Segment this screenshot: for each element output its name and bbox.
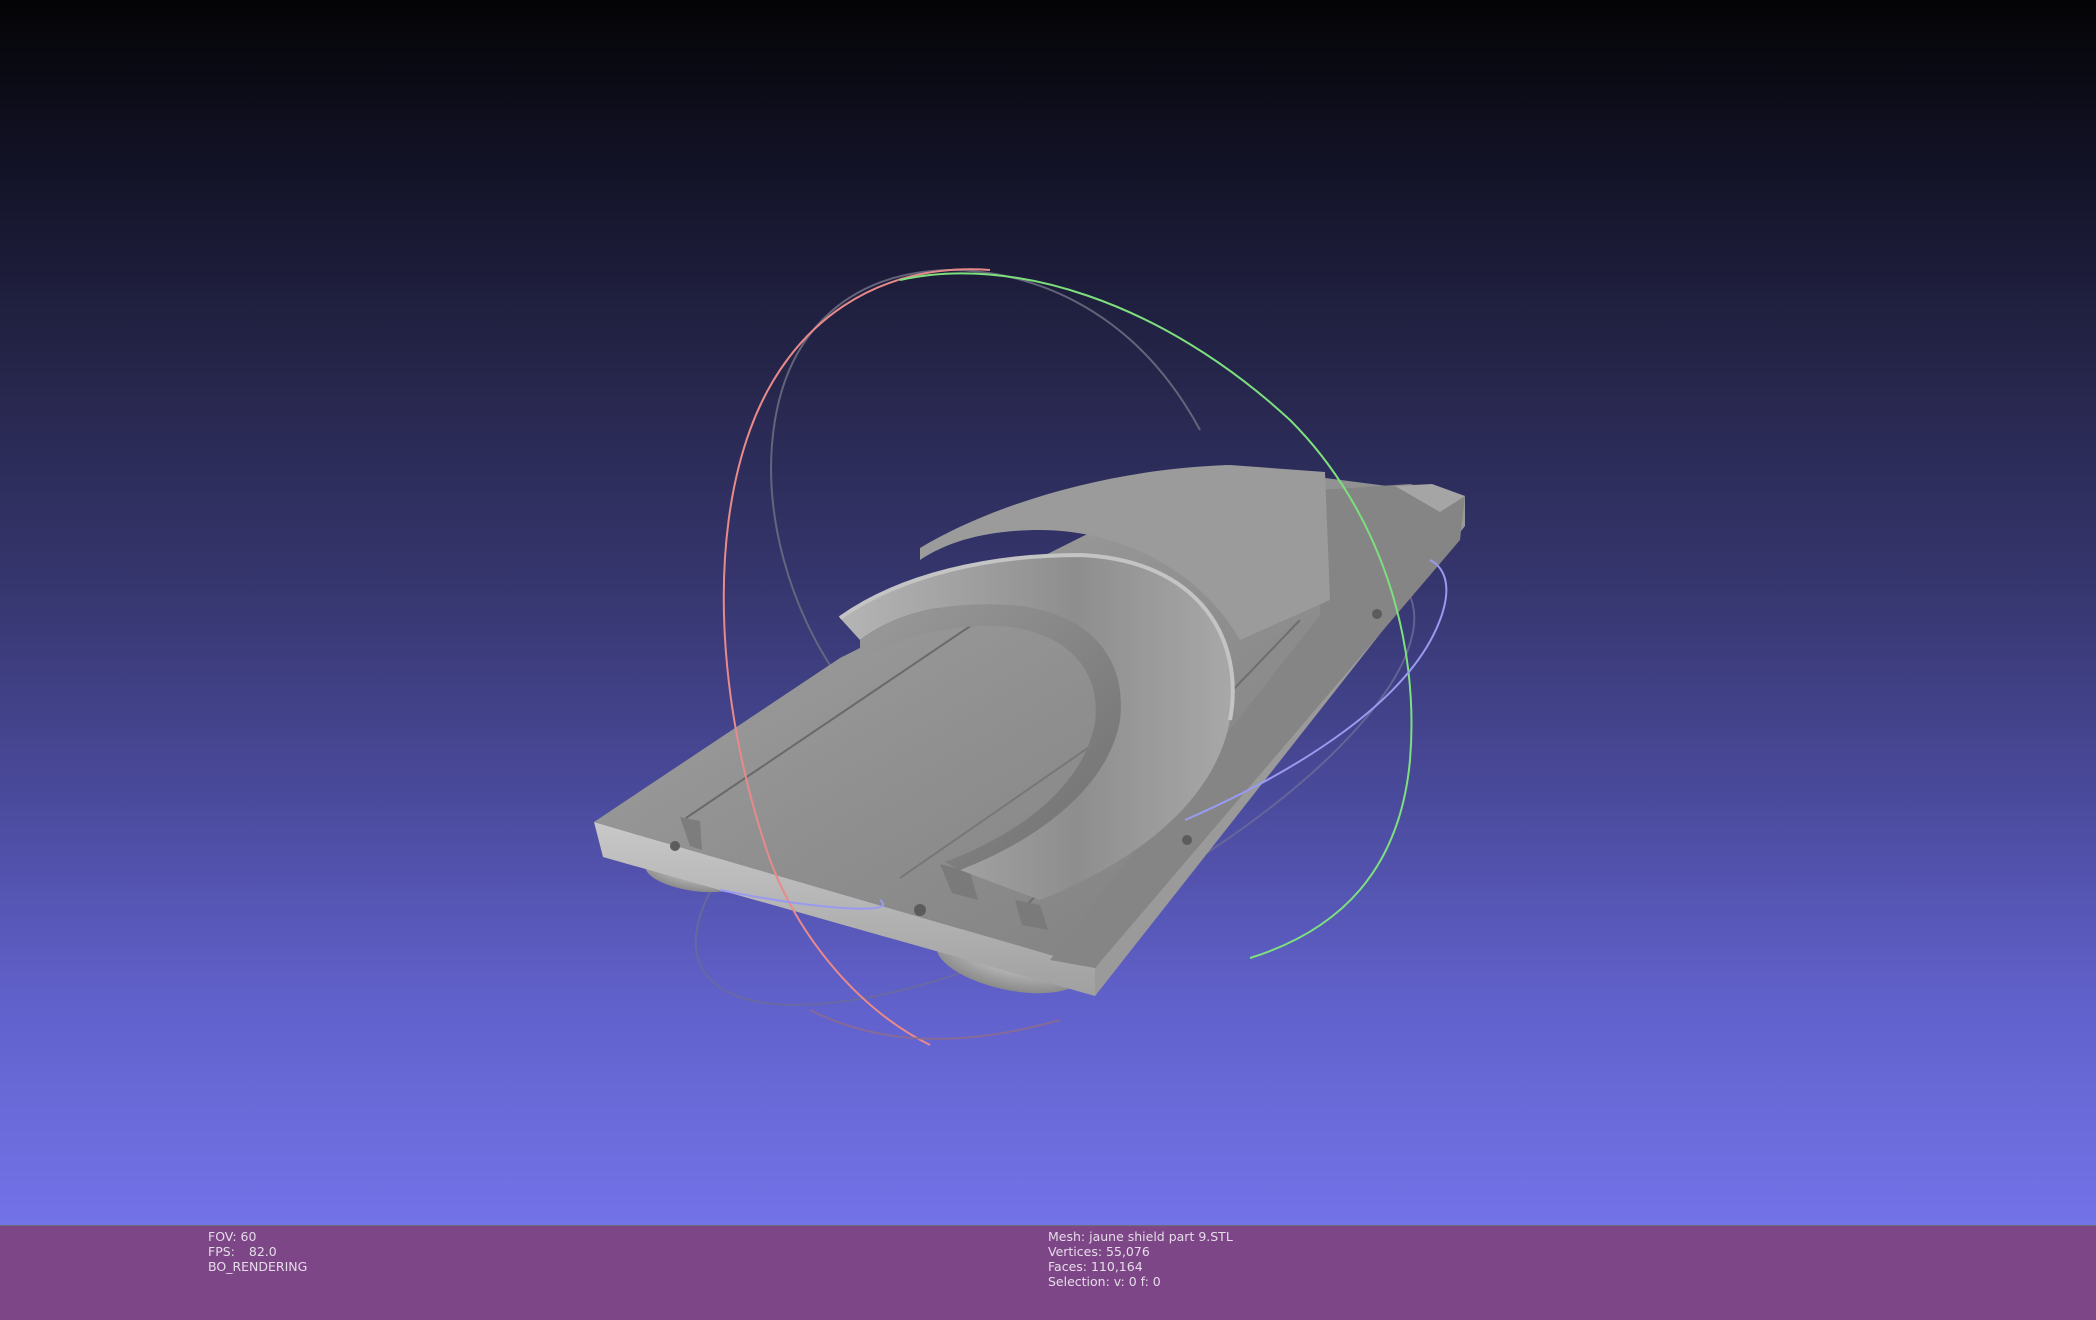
fov-row: FOV: 60: [208, 1229, 307, 1244]
fps-label: FPS:: [208, 1244, 235, 1259]
scene-canvas[interactable]: [0, 0, 2096, 1225]
mesh-hole-1: [670, 841, 680, 851]
fov-label: FOV:: [208, 1229, 237, 1244]
status-info-bar: FOV: 60 FPS: 82.0 BO_RENDERING Mesh: jaun…: [0, 1225, 2096, 1320]
render-mode: BO_RENDERING: [208, 1259, 308, 1274]
mesh-hole-3: [1182, 835, 1192, 845]
trackball-ring-bottom: [809, 1009, 1061, 1040]
fps-value: 82.0: [248, 1244, 277, 1259]
selection-info: Selection: v: 0 f: 0: [1048, 1274, 1161, 1289]
3d-viewport[interactable]: [0, 0, 2096, 1225]
fps-row: FPS: 82.0: [208, 1244, 307, 1259]
vertex-count: Vertices: 55,076: [1048, 1244, 1150, 1259]
render-info-panel: FOV: 60 FPS: 82.0 BO_RENDERING: [208, 1229, 307, 1274]
mesh-hole-4: [1372, 609, 1382, 619]
mesh-name: Mesh: jaune shield part 9.STL: [1048, 1229, 1233, 1244]
face-count: Faces: 110,164: [1048, 1259, 1143, 1274]
mesh-info-panel: Mesh: jaune shield part 9.STL Vertices: …: [1048, 1229, 1233, 1289]
mesh-model[interactable]: [594, 465, 1465, 996]
mesh-hole-2: [914, 904, 926, 916]
fov-value: 60: [240, 1229, 257, 1244]
info-bar-divider: [0, 1225, 2096, 1226]
